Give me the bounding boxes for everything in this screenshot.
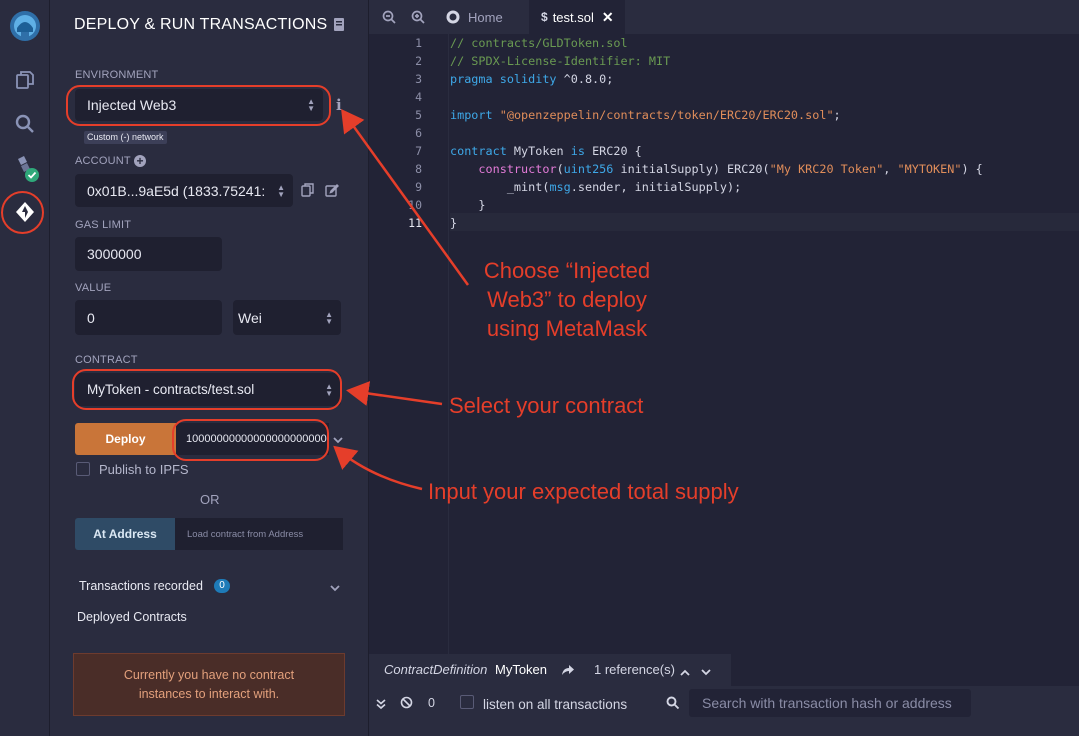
arrow-to-contract (346, 381, 443, 406)
annotation-select-contract: Select your contract (449, 393, 644, 418)
annotation-total-supply: Input your expected total supply (428, 479, 739, 504)
annotation-arrows (333, 108, 470, 491)
arrow-to-supply (333, 445, 423, 491)
annotation-injected-web3: Choose “Injected Web3” to deploy using M… (483, 258, 651, 341)
arrow-to-environment (341, 108, 470, 286)
